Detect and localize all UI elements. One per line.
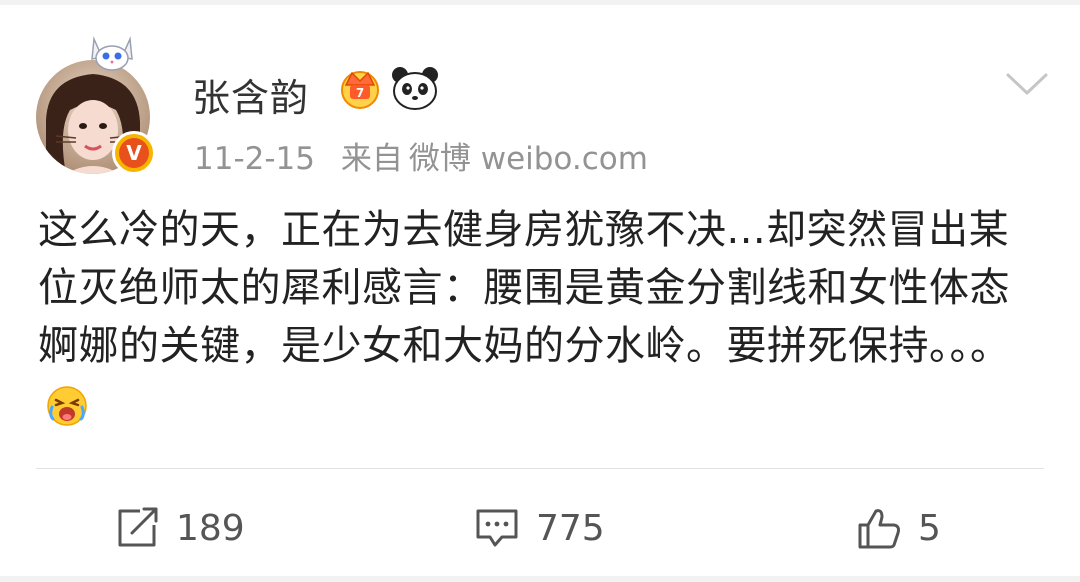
repost-count: 189 [176, 507, 245, 549]
post-body: 这么冷的天，正在为去健身房犹豫不决...却突然冒出某位灭绝师太的犀利感言：腰围是… [38, 207, 1011, 369]
panda-icon[interactable] [390, 65, 440, 111]
post-text: 这么冷的天，正在为去健身房犹豫不决...却突然冒出某位灭绝师太的犀利感言：腰围是… [38, 201, 1048, 433]
cat-ears-icon [91, 36, 133, 71]
like-button[interactable]: 5 [856, 503, 941, 553]
weibo-post-card: V 张含韵 7 11-2-15 来自 微博 weibo.com 这么冷的天，正在为… [0, 5, 1080, 576]
crying-face-icon [47, 386, 87, 426]
comment-icon [476, 509, 518, 547]
like-count: 5 [918, 507, 941, 549]
repost-button[interactable]: 189 [114, 503, 245, 553]
comment-count: 775 [536, 507, 605, 549]
post-meta: 11-2-15 来自 微博 weibo.com [194, 133, 664, 178]
post-source[interactable]: 微博 weibo.com [409, 141, 648, 177]
username[interactable]: 张含韵 [192, 67, 309, 122]
post-timestamp: 11-2-15 [194, 141, 315, 177]
verified-badge-icon: V [112, 131, 156, 175]
repost-icon [118, 507, 158, 547]
source-prefix: 来自 [340, 141, 403, 177]
vip-crown-icon[interactable]: 7 [336, 65, 384, 111]
comment-button[interactable]: 775 [474, 503, 605, 553]
divider [36, 468, 1044, 469]
svg-text:7: 7 [356, 86, 364, 100]
chevron-down-icon[interactable] [1004, 67, 1050, 101]
thumbs-up-icon [858, 509, 900, 549]
